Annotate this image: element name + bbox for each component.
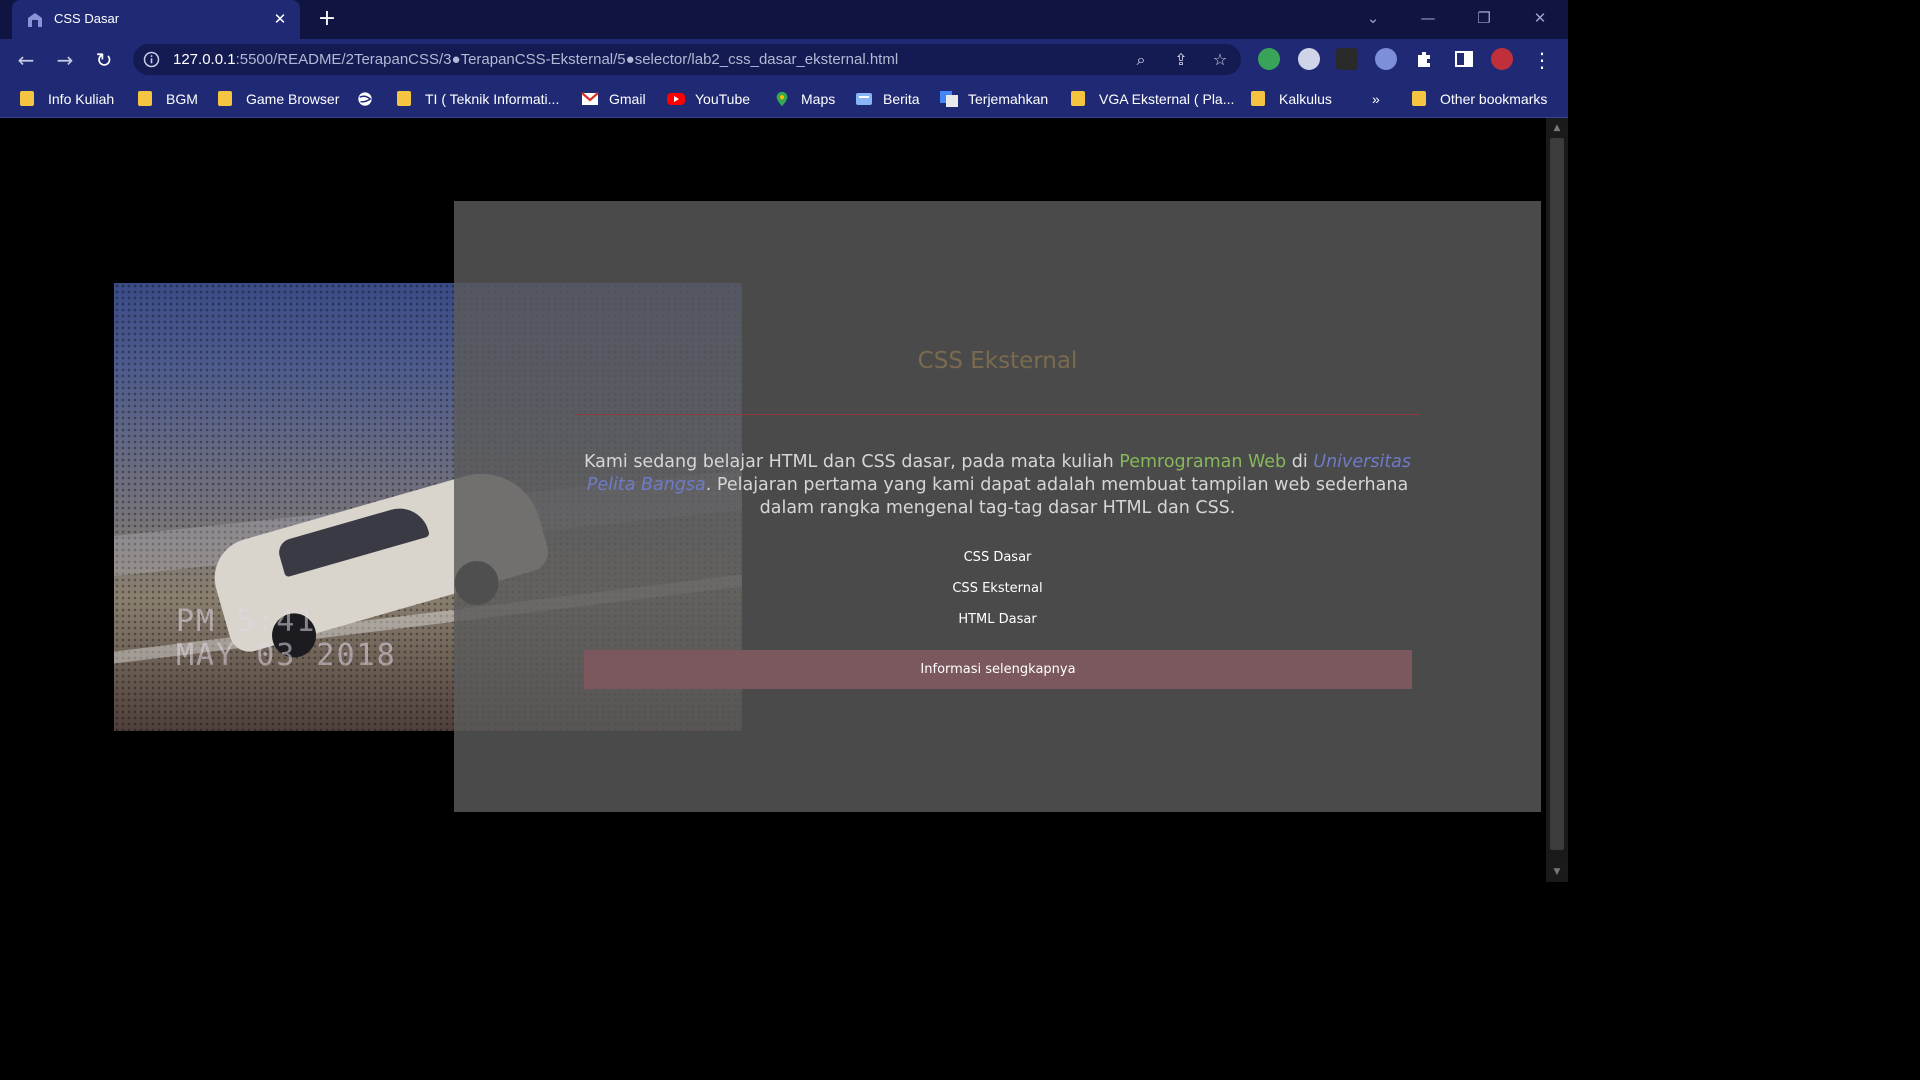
intro-paragraph: Kami sedang belajar HTML dan CSS dasar, … (575, 451, 1420, 520)
site-info-icon[interactable] (143, 51, 160, 68)
back-button[interactable]: ← (13, 47, 39, 73)
para-text: di (1286, 451, 1314, 472)
forward-button[interactable]: → (52, 47, 78, 73)
bookmark-label: Other bookmarks (1440, 91, 1548, 107)
link-html-dasar[interactable]: HTML Dasar (454, 611, 1541, 642)
folder-icon (1412, 91, 1426, 106)
page-viewport: PM 5:41 MAY 03 2018 CSS Eksternal Kami s… (0, 118, 1546, 882)
youtube-icon (667, 93, 685, 105)
extension-translate-icon[interactable] (1298, 48, 1320, 70)
maps-icon (776, 91, 788, 107)
bookmark-label: Gmail (609, 91, 646, 107)
car-window (275, 501, 430, 578)
bookmark-kalkulus[interactable]: Kalkulus (1251, 89, 1332, 109)
tab-title: CSS Dasar (54, 11, 120, 26)
bookmarks-bar: Info Kuliah BGM Game Browser TI ( Teknik… (0, 80, 1568, 118)
bookmark-label: Info Kuliah (48, 91, 115, 107)
gmail-icon (581, 92, 599, 105)
link-css-eksternal[interactable]: CSS Eksternal (454, 580, 1541, 611)
bookmark-maps[interactable]: Maps (773, 89, 835, 109)
tab-search-dropdown-icon[interactable]: ⌄ (1361, 8, 1385, 28)
scrollbar-thumb[interactable] (1550, 138, 1564, 850)
photo-date: MAY 03 2018 (176, 638, 397, 673)
url-host: 127.0.0.1 (173, 51, 236, 68)
translate-icon (940, 91, 958, 107)
bookmark-star-icon[interactable]: ☆ (1210, 50, 1230, 70)
para-text: Kami sedang belajar HTML dan CSS dasar, … (583, 451, 1120, 472)
bookmark-info-kuliah[interactable]: Info Kuliah (20, 89, 114, 109)
folder-icon (397, 91, 411, 106)
bookmark-label: BGM (166, 91, 198, 107)
bookmark-vga-eksternal[interactable]: VGA Eksternal ( Pla... (1071, 89, 1234, 109)
bookmark-youtube[interactable]: YouTube (667, 89, 750, 109)
folder-icon (218, 91, 232, 106)
heading-divider (575, 414, 1420, 415)
address-bar[interactable]: 127.0.0.1:5500/README/2TerapanCSS/3●Tera… (133, 44, 1241, 75)
folder-icon (1071, 91, 1085, 106)
scroll-up-icon[interactable]: ▲ (1546, 120, 1568, 136)
bookmark-label: Maps (801, 91, 836, 107)
bookmark-label: YouTube (695, 91, 751, 107)
content-card: CSS Eksternal Kami sedang belajar HTML d… (454, 201, 1541, 812)
profile-avatar[interactable] (1491, 48, 1513, 70)
scroll-down-icon[interactable]: ▼ (1546, 864, 1568, 880)
bookmark-label: Terjemahkan (968, 91, 1049, 107)
globe-icon (358, 92, 372, 106)
link-css-dasar[interactable]: CSS Dasar (454, 549, 1541, 580)
news-icon (856, 93, 872, 105)
bookmark-terjemahkan[interactable]: Terjemahkan (940, 89, 1048, 109)
restore-button[interactable]: ❐ (1472, 8, 1496, 28)
page-favicon-icon (28, 13, 42, 27)
bookmark-game-browser[interactable]: Game Browser (218, 89, 339, 109)
other-bookmarks[interactable]: Other bookmarks (1412, 89, 1547, 109)
bookmark-label: Kalkulus (1279, 91, 1332, 107)
url-path: :5500/README/2TerapanCSS/3●TerapanCSS-Ek… (235, 51, 899, 68)
extension-avatar-icon[interactable] (1375, 48, 1397, 70)
bookmark-ti[interactable]: TI ( Teknik Informati... (397, 89, 559, 109)
bookmark-gmail[interactable]: Gmail (581, 89, 646, 109)
folder-icon (20, 91, 34, 106)
close-window-button[interactable]: ✕ (1528, 8, 1552, 28)
photo-time: PM 5:41 (176, 604, 317, 639)
course-name: Pemrograman Web (1119, 451, 1287, 472)
side-panel-icon[interactable] (1453, 48, 1475, 70)
extensions-puzzle-icon[interactable] (1414, 48, 1436, 70)
folder-icon (138, 91, 152, 106)
bookmark-label: TI ( Teknik Informati... (425, 91, 560, 107)
page-scrollbar[interactable]: ▲ ▼ (1546, 118, 1568, 882)
active-tab[interactable]: CSS Dasar ✕ (12, 0, 300, 39)
share-icon[interactable]: ⇪ (1171, 50, 1191, 70)
new-tab-button[interactable]: + (316, 8, 338, 30)
bookmark-bgm[interactable]: BGM (138, 89, 198, 109)
bookmark-label: Berita (883, 91, 920, 107)
page-heading: CSS Eksternal (917, 348, 1078, 374)
url-text[interactable]: 127.0.0.1:5500/README/2TerapanCSS/3●Tera… (173, 51, 898, 68)
more-info-button[interactable]: Informasi selengkapnya (584, 650, 1412, 689)
reload-button[interactable]: ↻ (91, 47, 117, 73)
bookmark-label: VGA Eksternal ( Pla... (1099, 91, 1235, 107)
zoom-icon[interactable]: ⌕ (1131, 50, 1151, 70)
browser-toolbar: ← → ↻ 127.0.0.1:5500/README/2TerapanCSS/… (0, 39, 1568, 80)
minimize-button[interactable]: — (1416, 8, 1440, 28)
browser-menu-icon[interactable]: ⋮ (1529, 47, 1555, 73)
bookmarks-overflow-icon[interactable]: » (1372, 89, 1380, 109)
para-text: . Pelajaran pertama yang kami dapat adal… (705, 474, 1409, 518)
photo-timestamp: PM 5:41 MAY 03 2018 (176, 605, 397, 673)
extension-hat-icon[interactable] (1336, 48, 1358, 70)
bookmark-globe[interactable] (356, 89, 384, 109)
bookmark-berita[interactable]: Berita (855, 89, 920, 109)
nav-links: CSS Dasar CSS Eksternal HTML Dasar (454, 549, 1541, 642)
folder-icon (1251, 91, 1265, 106)
tab-close-icon[interactable]: ✕ (270, 9, 290, 29)
tab-strip: CSS Dasar ✕ + ⌄ — ❐ ✕ (0, 0, 1568, 39)
bookmark-label: Game Browser (246, 91, 340, 107)
extension-globe-icon[interactable] (1258, 48, 1280, 70)
